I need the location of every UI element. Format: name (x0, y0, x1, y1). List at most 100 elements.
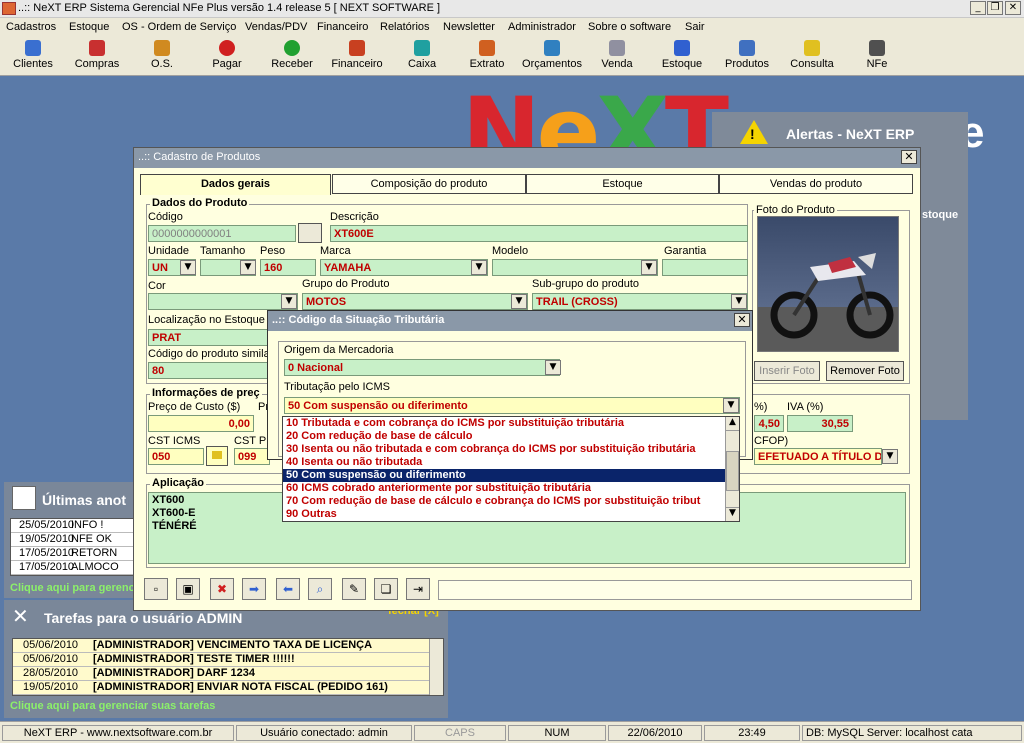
chevron-down-icon[interactable]: ▼ (511, 294, 527, 309)
iva-field[interactable]: 30,55 (787, 415, 853, 432)
toolbar-os-button[interactable]: O.S. (132, 40, 192, 74)
table-row[interactable]: 05/06/2010 [ADMINISTRADOR] TESTE TIMER !!… (13, 653, 443, 667)
peso-field[interactable]: 160 (260, 259, 316, 276)
exit-icon[interactable]: ⇥ (406, 578, 430, 600)
product-close-button[interactable]: ✕ (901, 150, 917, 164)
tasks-manage-link[interactable]: Clique aqui para gerenciar suas tarefas (10, 700, 215, 712)
tab-vendas[interactable]: Vendas do produto (719, 174, 913, 194)
scroll-thumb[interactable] (726, 451, 739, 491)
toolbar-estoque-button[interactable]: Estoque (652, 40, 712, 74)
menu-vendas[interactable]: Vendas/PDV (245, 21, 307, 33)
icms-select[interactable]: 50 Com suspensão ou diferimento (284, 397, 740, 414)
descricao-field[interactable]: XT600E (330, 225, 748, 242)
tab-dados-gerais[interactable]: Dados gerais (140, 174, 331, 195)
toolbar-compras-button[interactable]: Compras (67, 40, 127, 74)
toolbar-clientes-button[interactable]: Clientes (3, 40, 63, 74)
list-item[interactable]: 90 Outras (283, 508, 739, 521)
toolbar-venda-button[interactable]: Venda (587, 40, 647, 74)
menu-newsletter[interactable]: Newsletter (443, 21, 495, 33)
toolbar-pagar-button[interactable]: Pagar (197, 40, 257, 74)
table-row[interactable]: 28/05/2010 [ADMINISTRADOR] DARF 1234 (13, 667, 443, 681)
table-row[interactable]: 05/06/2010 [ADMINISTRADOR] VENCIMENTO TAX… (13, 639, 443, 653)
previous-icon[interactable]: ⬅ (276, 578, 300, 600)
cst-icms-lookup-button[interactable] (206, 446, 228, 466)
cst-icms-field[interactable]: 050 (148, 448, 204, 465)
save-icon[interactable]: ▣ (176, 578, 200, 600)
list-item[interactable]: 70 Com redução de base de cálculo e cobr… (283, 495, 739, 508)
delete-icon[interactable]: ✖ (210, 578, 234, 600)
menu-financeiro[interactable]: Financeiro (317, 21, 368, 33)
new-icon[interactable]: ▫ (144, 578, 168, 600)
list-item[interactable]: 60 ICMS cobrado anteriormente por substi… (283, 482, 739, 495)
next-icon[interactable]: ➡ (242, 578, 266, 600)
notes-table[interactable]: 25/05/2010INFO ! 19/05/2010NFE OK 17/05/… (10, 518, 138, 576)
restore-button[interactable]: ❐ (987, 1, 1003, 15)
search-icon[interactable]: ⌕ (308, 578, 332, 600)
tasks-scrollbar[interactable] (429, 639, 443, 695)
cst-close-button[interactable]: ✕ (734, 313, 750, 327)
toolbar-orcamentos-button[interactable]: Orçamentos (522, 40, 582, 74)
list-item[interactable]: 30 Isenta ou não tributada e com cobranç… (283, 443, 739, 456)
menu-sobre[interactable]: Sobre o software (588, 21, 671, 33)
insert-photo-button[interactable]: Inserir Foto (754, 361, 820, 381)
tab-composicao[interactable]: Composição do produto (332, 174, 526, 194)
list-item[interactable]: 40 Isenta ou não tributada (283, 456, 739, 469)
copy-icon[interactable]: ❏ (374, 578, 398, 600)
menu-os[interactable]: OS - Ordem de Serviço (122, 21, 236, 33)
scroll-up-icon[interactable]: ▲ (726, 417, 739, 431)
toolbar-consulta-button[interactable]: Consulta (782, 40, 842, 74)
menu-administrador[interactable]: Administrador (508, 21, 576, 33)
table-row[interactable]: 19/05/2010 [ADMINISTRADOR] ENVIAR NOTA FI… (13, 681, 443, 695)
similar-field[interactable]: 80 (148, 362, 270, 379)
toolbar-financeiro-button[interactable]: Financeiro (327, 40, 387, 74)
cfop-select[interactable]: EFETUADO A TÍTULO DE (754, 448, 882, 465)
custo-field[interactable]: 0,00 (148, 415, 254, 432)
chevron-down-icon[interactable]: ▼ (471, 260, 487, 275)
toolbar-caixa-button[interactable]: Caixa (392, 40, 452, 74)
subgrupo-select[interactable]: TRAIL (CROSS) (532, 293, 748, 310)
modelo-select[interactable] (492, 259, 658, 276)
cor-select[interactable] (148, 293, 298, 310)
close-window-button[interactable]: ✕ (1005, 1, 1021, 15)
chevron-down-icon[interactable]: ▼ (240, 260, 256, 275)
scroll-down-icon[interactable]: ▼ (726, 507, 739, 521)
garantia-field[interactable] (662, 259, 748, 276)
toolbar-extrato-button[interactable]: Extrato (457, 40, 517, 74)
chevron-down-icon[interactable]: ▼ (545, 360, 561, 375)
chevron-down-icon[interactable]: ▼ (731, 294, 747, 309)
codigo-field[interactable]: 0000000000001 (148, 225, 296, 242)
table-row[interactable]: 19/05/2010NFE OK (11, 533, 137, 547)
list-item-selected[interactable]: 50 Com suspensão ou diferimento (283, 469, 739, 482)
list-item[interactable]: 10 Tributada e com cobrança do ICMS por … (283, 417, 739, 430)
grupo-select[interactable]: MOTOS (302, 293, 528, 310)
table-row[interactable]: 25/05/2010INFO ! (11, 519, 137, 533)
minimize-button[interactable]: _ (970, 1, 986, 15)
table-row[interactable]: 17/05/2010RETORN (11, 547, 137, 561)
localizacao-field[interactable]: PRAT (148, 329, 270, 346)
chevron-down-icon[interactable]: ▼ (723, 398, 739, 413)
table-row[interactable]: 17/05/2010ALMOCO (11, 561, 137, 575)
icms-dropdown-list[interactable]: 10 Tributada e com cobrança do ICMS por … (282, 416, 740, 522)
tab-estoque[interactable]: Estoque (526, 174, 719, 194)
notes-manage-link[interactable]: Clique aqui para gerenci (10, 582, 138, 594)
percent-field[interactable]: 4,50 (754, 415, 784, 432)
menu-estoque[interactable]: Estoque (69, 21, 109, 33)
menu-relatorios[interactable]: Relatórios (380, 21, 430, 33)
marca-select[interactable]: YAMAHA (320, 259, 488, 276)
edit-icon[interactable]: ✎ (342, 578, 366, 600)
chevron-down-icon[interactable]: ▼ (281, 294, 297, 309)
toolbar-produtos-button[interactable]: Produtos (717, 40, 777, 74)
toolbar-nfe-button[interactable]: NFe (847, 40, 907, 74)
chevron-down-icon[interactable]: ▼ (641, 260, 657, 275)
menu-sair[interactable]: Sair (685, 21, 705, 33)
toolbar-receber-button[interactable]: Receber (262, 40, 322, 74)
origem-select[interactable]: 0 Nacional (284, 359, 560, 376)
tasks-table[interactable]: 05/06/2010 [ADMINISTRADOR] VENCIMENTO TAX… (12, 638, 444, 696)
codigo-lookup-button[interactable] (298, 223, 322, 243)
menu-cadastros[interactable]: Cadastros (6, 21, 56, 33)
dropdown-scrollbar[interactable]: ▲ ▼ (725, 417, 739, 521)
chevron-down-icon[interactable]: ▼ (180, 260, 196, 275)
list-item[interactable]: 20 Com redução de base de cálculo (283, 430, 739, 443)
remove-photo-button[interactable]: Remover Foto (826, 361, 904, 381)
chevron-down-icon[interactable]: ▼ (882, 449, 898, 464)
